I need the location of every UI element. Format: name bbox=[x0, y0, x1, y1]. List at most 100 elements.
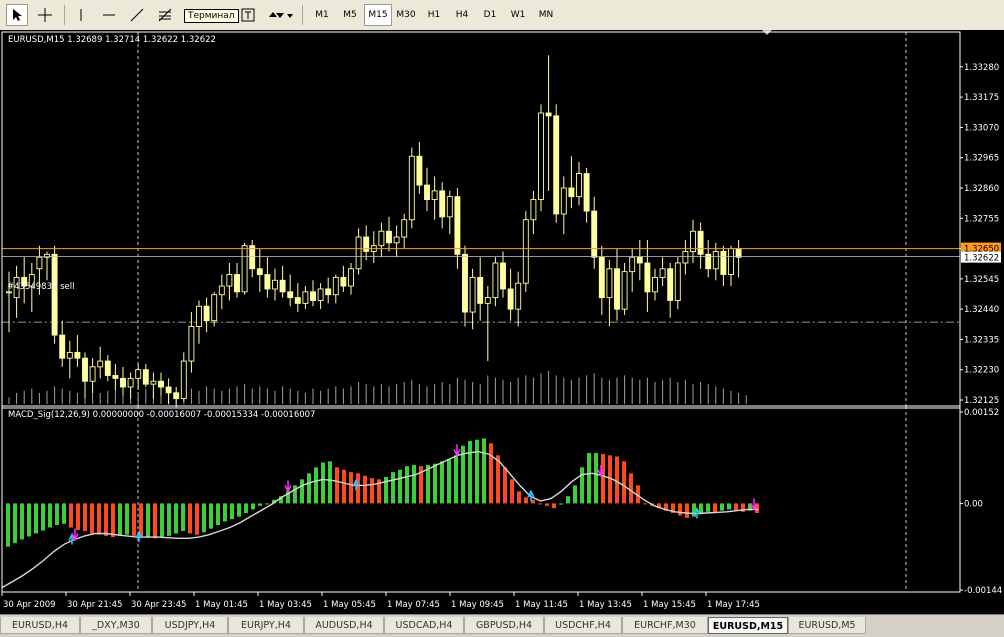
order-label: #43549836 sell bbox=[7, 282, 74, 292]
tab--dxy-m30[interactable]: _DXY,M30 bbox=[80, 617, 152, 634]
macd-tick-label: 0.00152 bbox=[964, 408, 999, 418]
macd-header: MACD_Sig(12,26,9) 0.00000000 -0.00016007… bbox=[8, 410, 315, 420]
candle-body-up bbox=[317, 288, 324, 301]
candle-body-up bbox=[652, 276, 658, 293]
tab-usdjpy-h4[interactable]: USDJPY,H4 bbox=[152, 617, 228, 634]
candle-body-down bbox=[120, 377, 126, 388]
tab-eurusd-h4[interactable]: EURUSD,H4 bbox=[0, 617, 80, 634]
tab-audusd-h4[interactable]: AUDUSD,H4 bbox=[304, 617, 384, 634]
candle-body-up bbox=[393, 236, 400, 244]
arrows-icon bbox=[269, 12, 293, 18]
macd-histogram-bar bbox=[412, 464, 416, 504]
arrows-dropdown-button[interactable] bbox=[264, 4, 296, 26]
timeframe-h4[interactable]: H4 bbox=[448, 4, 476, 26]
macd-histogram-bar bbox=[6, 503, 10, 547]
macd-histogram-bar bbox=[209, 503, 213, 529]
macd-histogram-bar bbox=[482, 438, 486, 504]
macd-histogram-bar bbox=[517, 491, 521, 504]
macd-histogram-bar bbox=[230, 503, 234, 520]
candle-body-down bbox=[264, 274, 271, 290]
timeframe-w1[interactable]: W1 bbox=[504, 4, 532, 26]
macd-histogram-bar bbox=[202, 503, 206, 533]
macd-histogram-bar bbox=[132, 503, 136, 536]
cursor-button[interactable] bbox=[6, 4, 28, 26]
macd-histogram-bar bbox=[573, 485, 577, 504]
text-label-button[interactable] bbox=[238, 4, 258, 26]
macd-histogram-bar bbox=[223, 503, 227, 522]
macd-histogram-bar bbox=[160, 503, 164, 538]
candle-body-up bbox=[712, 251, 719, 270]
time-tick-label: 1 May 15:45 bbox=[643, 600, 696, 610]
candle-body-up bbox=[629, 256, 636, 273]
timeframe-mn[interactable]: MN bbox=[532, 4, 560, 26]
candle-body-up bbox=[431, 190, 438, 200]
macd-histogram-bar bbox=[524, 497, 528, 504]
candle-body-down bbox=[598, 256, 605, 299]
macd-histogram-bar bbox=[545, 503, 549, 506]
candle-body-down bbox=[279, 279, 286, 293]
macd-histogram-bar bbox=[720, 503, 724, 511]
macd-histogram-bar bbox=[629, 473, 633, 504]
price-tick-label: 1.33280 bbox=[964, 63, 999, 73]
timeframe-d1[interactable]: D1 bbox=[476, 4, 504, 26]
tooltip: Терминал bbox=[184, 9, 239, 23]
macd-tick-label: 0.00 bbox=[964, 499, 983, 509]
current-price-tag-label: 1.32622 bbox=[964, 254, 999, 264]
candle-body-down bbox=[310, 291, 316, 301]
candle-body-up bbox=[355, 236, 362, 270]
timeframe-h1[interactable]: H1 bbox=[420, 4, 448, 26]
candle-body-up bbox=[492, 262, 499, 299]
tab-usdchf-h4[interactable]: USDCHF,H4 bbox=[544, 617, 622, 634]
chart-canvas[interactable]: 1.33280 1.33175 1.33070 1.32965 1.32860 1.327… bbox=[0, 30, 1004, 614]
macd-histogram-bar bbox=[34, 503, 38, 534]
price-axis: 1.33280 1.33175 1.33070 1.32965 1.32860 1.327… bbox=[1, 30, 1002, 610]
tab-eurchf-m30[interactable]: EURCHF,M30 bbox=[622, 617, 708, 634]
timeframe-m30[interactable]: M30 bbox=[392, 4, 420, 26]
vertical-line-button[interactable] bbox=[70, 4, 92, 26]
crosshair-button[interactable] bbox=[34, 4, 56, 26]
candle-body-up bbox=[241, 245, 248, 293]
arrow-down-icon bbox=[453, 444, 461, 457]
price-tick-label: 1.32125 bbox=[964, 396, 999, 406]
timeframe-m1[interactable]: M1 bbox=[308, 4, 336, 26]
candle-body-down bbox=[158, 380, 164, 388]
candle-body-down bbox=[82, 357, 88, 382]
chart-window[interactable]: 1.33280 1.33175 1.33070 1.32965 1.32860 1.327… bbox=[0, 30, 1004, 614]
tab-eurusd-m5[interactable]: EURUSD,M5 bbox=[788, 617, 866, 634]
tab-eurusd-m15[interactable]: EURUSD,M15 bbox=[708, 617, 788, 634]
candle-body-down bbox=[636, 256, 643, 264]
candle-body-up bbox=[127, 377, 134, 388]
macd-histogram-bar bbox=[538, 503, 542, 505]
fibonacci-button[interactable] bbox=[154, 4, 176, 26]
macd-histogram-bar bbox=[181, 503, 185, 532]
tab-gbpusd-h4[interactable]: GBPUSD,H4 bbox=[464, 617, 544, 634]
time-tick-label: 1 May 11:45 bbox=[515, 600, 568, 610]
timeframe-m15[interactable]: M15 bbox=[364, 4, 392, 26]
macd-histogram-bar bbox=[314, 467, 318, 504]
candle-body-up bbox=[682, 251, 689, 264]
macd-histogram-bar bbox=[594, 452, 598, 504]
arrow-up-icon bbox=[527, 489, 535, 502]
price-pane-frame bbox=[1, 31, 961, 409]
macd-histogram-bar bbox=[307, 473, 311, 504]
candle-body-up bbox=[348, 268, 354, 287]
tab-usdcad-h4[interactable]: USDCAD,H4 bbox=[384, 617, 464, 634]
macd-histogram-bar bbox=[90, 503, 94, 534]
horizontal-line-button[interactable] bbox=[98, 4, 120, 26]
macd-histogram-bar bbox=[188, 503, 192, 534]
trendline-button[interactable] bbox=[126, 4, 148, 26]
chart-tabs: EURUSD,H4 _DXY,M30 USDJPY,H4 EURJPY,H4 AUDUS… bbox=[0, 614, 1004, 637]
time-tick-label: 1 May 03:45 bbox=[259, 600, 312, 610]
candle-body-up bbox=[89, 366, 96, 382]
candle-body-down bbox=[583, 173, 590, 212]
timeframe-m5[interactable]: M5 bbox=[336, 4, 364, 26]
time-tick-label: 1 May 13:45 bbox=[579, 600, 632, 610]
candle-body-down bbox=[51, 253, 58, 336]
macd-histogram-bar bbox=[552, 503, 556, 509]
macd-histogram-bar bbox=[83, 503, 87, 532]
candle-body-up bbox=[226, 274, 233, 287]
candle-body-up bbox=[196, 305, 202, 327]
tab-eurjpy-h4[interactable]: EURJPY,H4 bbox=[228, 617, 304, 634]
candle-body-up bbox=[135, 369, 142, 379]
candle-body-up bbox=[401, 219, 408, 238]
